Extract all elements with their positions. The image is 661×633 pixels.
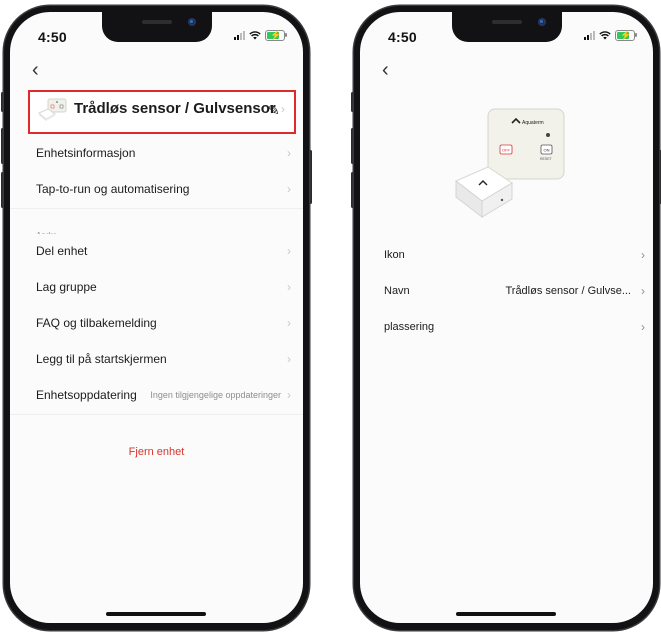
phone-right: 4:50 ⚡ ‹ Aquaterm OFF ON RESET Ikon › Na… bbox=[351, 0, 661, 633]
speaker bbox=[492, 20, 522, 24]
power-button bbox=[309, 150, 312, 204]
reset-label: RESET bbox=[540, 157, 553, 161]
back-chevron-icon[interactable]: ‹ bbox=[382, 60, 389, 80]
row-icon[interactable]: Ikon › bbox=[360, 238, 653, 274]
row-value: Trådløs sensor / Gulvse... bbox=[505, 285, 631, 297]
row-label: plassering bbox=[384, 321, 435, 333]
back-chevron-icon[interactable]: ‹ bbox=[32, 60, 39, 80]
chevron-right-icon: › bbox=[287, 146, 291, 160]
battery-charging-icon: ⚡ bbox=[265, 30, 287, 41]
wifi-icon bbox=[249, 31, 261, 40]
chevron-right-icon: › bbox=[641, 284, 645, 298]
remove-device-button[interactable]: Fjern enhet bbox=[10, 446, 303, 458]
chevron-right-icon: › bbox=[287, 388, 291, 402]
row-add-to-home[interactable]: Legg til på startskjermen › bbox=[10, 342, 303, 379]
status-time: 4:50 bbox=[388, 29, 417, 45]
chevron-right-icon: › bbox=[641, 320, 645, 334]
product-brand: Aquaterm bbox=[522, 120, 544, 126]
pencil-icon[interactable]: ✎ bbox=[268, 102, 280, 119]
chevron-right-icon: › bbox=[287, 316, 291, 330]
row-value: Ingen tilgjengelige oppdateringer bbox=[150, 390, 281, 400]
chevron-right-icon: › bbox=[287, 182, 291, 196]
row-label: Enhetsoppdatering bbox=[36, 388, 137, 402]
row-device-info[interactable]: Enhetsinformasjon › bbox=[10, 136, 303, 173]
row-name[interactable]: Navn Trådløs sensor / Gulvse... › bbox=[360, 274, 653, 310]
cellular-icon bbox=[584, 31, 595, 40]
device-settings-screen: 4:50 ⚡ ‹ Trådløs sensor / Gulvsensor ✎ ›… bbox=[10, 12, 303, 623]
chevron-right-icon: › bbox=[287, 244, 291, 258]
row-create-group[interactable]: Lag gruppe › bbox=[10, 270, 303, 307]
chevron-right-icon: › bbox=[641, 248, 645, 262]
off-button-label: OFF bbox=[502, 148, 511, 153]
status-time: 4:50 bbox=[38, 29, 67, 45]
row-tap-to-run[interactable]: Tap-to-run og automatisering › bbox=[10, 172, 303, 209]
home-indicator bbox=[456, 612, 556, 616]
row-label: Lag gruppe bbox=[36, 280, 97, 294]
phone-left: 4:50 ⚡ ‹ Trådløs sensor / Gulvsensor ✎ ›… bbox=[1, 0, 312, 633]
on-button-label: ON bbox=[544, 148, 550, 153]
row-label: Tap-to-run og automatisering bbox=[36, 182, 190, 196]
chevron-right-icon: › bbox=[281, 102, 285, 116]
chevron-right-icon: › bbox=[287, 352, 291, 366]
front-camera bbox=[188, 18, 196, 26]
speaker bbox=[142, 20, 172, 24]
row-label: FAQ og tilbakemelding bbox=[36, 316, 157, 330]
row-label: Ikon bbox=[384, 249, 405, 261]
cellular-icon bbox=[234, 31, 245, 40]
device-name-card[interactable]: Trådløs sensor / Gulvsensor ✎ › bbox=[28, 90, 296, 134]
device-thumbnail bbox=[38, 98, 67, 121]
status-icons: ⚡ bbox=[584, 30, 637, 41]
row-label: Legg til på startskjermen bbox=[36, 352, 167, 366]
home-indicator bbox=[106, 612, 206, 616]
chevron-right-icon: › bbox=[287, 280, 291, 294]
front-camera bbox=[538, 18, 546, 26]
status-icons: ⚡ bbox=[234, 30, 287, 41]
notch bbox=[452, 12, 562, 42]
wifi-icon bbox=[599, 31, 611, 40]
device-edit-screen: 4:50 ⚡ ‹ Aquaterm OFF ON RESET Ikon › Na… bbox=[360, 12, 653, 623]
row-label: Navn bbox=[384, 285, 410, 297]
battery-charging-icon: ⚡ bbox=[615, 30, 637, 41]
row-label: Enhetsinformasjon bbox=[36, 146, 136, 160]
row-share-device[interactable]: Del enhet › bbox=[10, 234, 303, 271]
row-location[interactable]: plassering › bbox=[360, 310, 653, 346]
row-device-update[interactable]: Enhetsoppdatering Ingen tilgjengelige op… bbox=[10, 378, 303, 415]
device-name: Trådløs sensor / Gulvsensor bbox=[74, 100, 276, 117]
notch bbox=[102, 12, 212, 42]
row-label: Del enhet bbox=[36, 244, 88, 258]
row-faq-feedback[interactable]: FAQ og tilbakemelding › bbox=[10, 306, 303, 343]
product-image: Aquaterm OFF ON RESET bbox=[455, 108, 565, 219]
